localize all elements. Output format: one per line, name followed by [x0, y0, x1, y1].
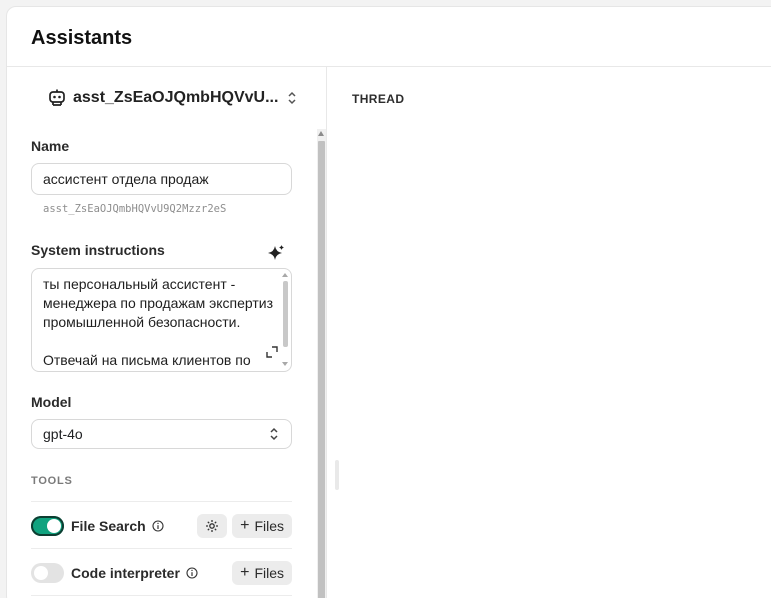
code-interpreter-files-button[interactable]: + Files [232, 561, 292, 585]
file-search-files-button[interactable]: + Files [232, 514, 292, 538]
scroll-up-arrow-icon[interactable] [318, 131, 324, 136]
name-input[interactable]: ассистент отдела продаж [31, 163, 292, 195]
instructions-text: ты персональный ассистент - менеджера по… [43, 276, 274, 368]
plus-icon: + [240, 517, 250, 534]
files-button-label: Files [254, 518, 284, 534]
page-header: Assistants [7, 7, 771, 67]
chevron-up-down-icon [270, 427, 278, 441]
divider [31, 595, 292, 596]
code-interpreter-toggle[interactable] [31, 563, 64, 583]
tool-row-code-interpreter: Code interpreter + Files [31, 559, 292, 587]
name-label: Name [31, 138, 70, 154]
tools-section-label: TOOLS [31, 475, 73, 487]
thread-label: THREAD [352, 92, 405, 106]
page-title: Assistants [31, 27, 133, 49]
model-select-value: gpt-4o [43, 426, 83, 442]
panel-resize-handle[interactable] [335, 460, 339, 490]
chevron-up-down-icon [288, 91, 296, 105]
file-search-toggle[interactable] [31, 516, 64, 536]
bot-icon [49, 89, 65, 106]
textarea-scroll-up-icon[interactable] [282, 273, 288, 277]
assistant-selector[interactable]: asst_ZsEaOJQmbHQVvU... [47, 85, 298, 111]
tool-name: File Search [71, 518, 146, 534]
divider [31, 501, 292, 502]
expand-icon[interactable] [266, 346, 278, 358]
scrollbar-thumb[interactable] [318, 141, 325, 598]
thread-panel: THREAD [328, 67, 771, 598]
files-button-label: Files [254, 565, 284, 581]
name-input-value: ассистент отдела продаж [43, 171, 209, 187]
instructions-label: System instructions [31, 242, 165, 258]
divider [31, 548, 292, 549]
assistant-id: asst_ZsEaOJQmbHQVvU9Q2Mzzr2eS [43, 203, 227, 215]
sparkle-icon[interactable] [266, 243, 286, 263]
plus-icon: + [240, 564, 250, 581]
info-icon[interactable] [186, 567, 198, 579]
assistant-selector-label: asst_ZsEaOJQmbHQVvU... [73, 89, 279, 106]
textarea-scrollbar-thumb[interactable] [283, 281, 288, 347]
assistant-config-panel: asst_ZsEaOJQmbHQVvU... Name ассистент от… [7, 67, 327, 598]
model-select[interactable]: gpt-4o [31, 419, 292, 449]
gear-icon [206, 520, 219, 532]
assistants-window: Assistants asst_ZsEaOJQmbHQVvU... Name а… [6, 6, 771, 598]
instructions-textarea[interactable]: ты персональный ассистент - менеджера по… [31, 268, 292, 372]
model-label: Model [31, 394, 72, 410]
file-search-settings-button[interactable] [197, 514, 228, 538]
tool-row-file-search: File Search + Files [31, 512, 292, 540]
textarea-scroll-down-icon[interactable] [282, 362, 288, 366]
tool-name: Code interpreter [71, 565, 180, 581]
info-icon[interactable] [152, 520, 164, 532]
panel-scrollbar[interactable] [317, 129, 326, 598]
